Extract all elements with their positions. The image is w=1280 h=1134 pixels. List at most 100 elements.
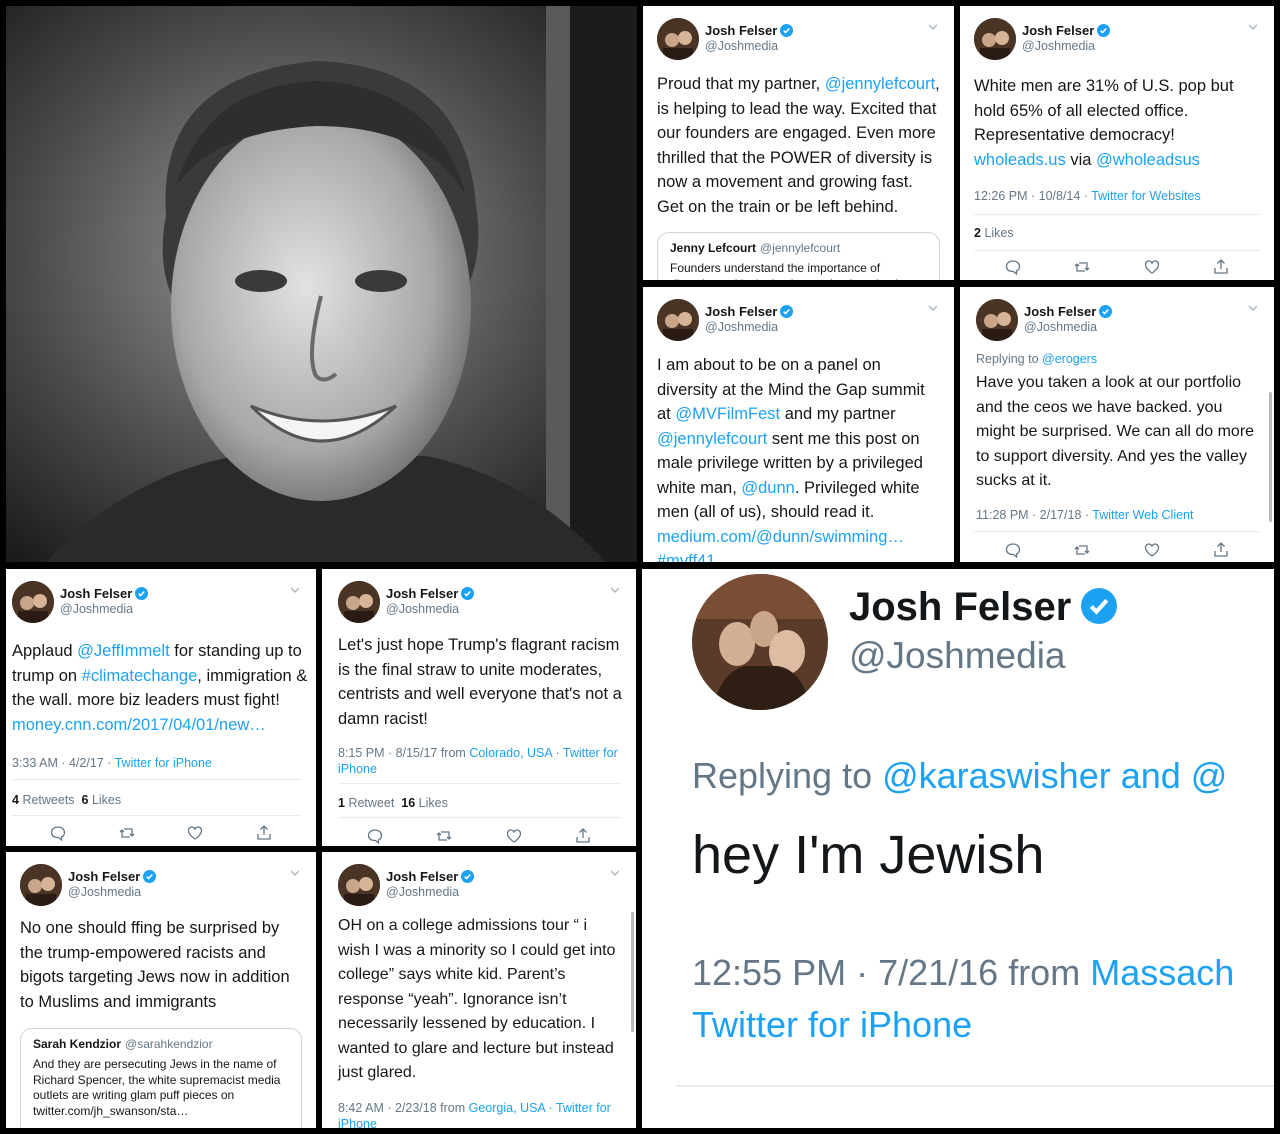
reply-icon[interactable] bbox=[1004, 541, 1022, 559]
like-count[interactable]: 6 bbox=[82, 793, 89, 807]
retweet-icon[interactable] bbox=[1073, 258, 1091, 276]
tweet-source[interactable]: Twitter for iPhone bbox=[692, 1004, 972, 1046]
avatar[interactable] bbox=[692, 574, 828, 710]
tweet-link[interactable]: @dunn bbox=[741, 479, 794, 497]
share-icon[interactable] bbox=[1212, 541, 1230, 559]
retweet-count[interactable]: 4 bbox=[12, 793, 19, 807]
quoted-tweet[interactable]: Jenny Lefcourt @jennylefcourt Founders un… bbox=[657, 232, 940, 280]
retweet-icon[interactable] bbox=[118, 824, 136, 842]
tweet-source[interactable]: Twitter Web Client bbox=[1092, 508, 1193, 522]
retweet-count-label[interactable]: Retweets bbox=[22, 793, 74, 807]
author-name[interactable]: Josh Felser bbox=[705, 23, 794, 38]
tweet-card-5[interactable]: Josh Felser @Joshmedia Applaud @JeffImme… bbox=[6, 569, 316, 846]
tweet-link[interactable]: @jennylefcourt bbox=[825, 75, 935, 93]
like-count[interactable]: 16 bbox=[401, 796, 415, 810]
chevron-down-icon[interactable] bbox=[926, 20, 940, 34]
author-handle[interactable]: @Joshmedia bbox=[1024, 320, 1097, 334]
tweet-link[interactable]: @MVFilmFest bbox=[675, 405, 780, 423]
tweet-link[interactable]: @wholeadsus bbox=[1096, 151, 1200, 169]
tweet-header: Josh Felser @Joshmedia bbox=[338, 581, 622, 625]
author-handle[interactable]: @Joshmedia bbox=[386, 602, 459, 616]
tweet-location[interactable]: Massach bbox=[1090, 952, 1234, 993]
author-name[interactable]: Josh Felser bbox=[386, 586, 475, 601]
author-handle[interactable]: @Joshmedia bbox=[60, 602, 133, 616]
chevron-down-icon[interactable] bbox=[288, 866, 302, 880]
chevron-down-icon[interactable] bbox=[1246, 301, 1260, 315]
chevron-down-icon[interactable] bbox=[926, 301, 940, 315]
tweet-card-6[interactable]: Josh Felser @Joshmedia Let's just hope T… bbox=[322, 569, 636, 846]
tweet-location[interactable]: Colorado, USA bbox=[469, 746, 552, 760]
author-name[interactable]: Josh Felser bbox=[705, 304, 794, 319]
author-name[interactable]: Josh Felser bbox=[1024, 304, 1113, 319]
chevron-down-icon[interactable] bbox=[608, 583, 622, 597]
tweet-text: No one should ffing be surprised by the … bbox=[20, 916, 302, 1014]
author-handle[interactable]: @Joshmedia bbox=[849, 635, 1066, 677]
share-icon[interactable] bbox=[255, 824, 273, 842]
scrollbar[interactable] bbox=[631, 912, 634, 1032]
tweet-card-4[interactable]: Josh Felser @Joshmedia Replying to @erog… bbox=[960, 287, 1274, 562]
author-handle[interactable]: @Joshmedia bbox=[68, 885, 141, 899]
avatar[interactable] bbox=[20, 864, 62, 906]
like-count-label[interactable]: Likes bbox=[92, 793, 121, 807]
reply-icon[interactable] bbox=[366, 827, 384, 845]
tweet-link[interactable]: #climatechange bbox=[82, 667, 198, 685]
like-count-label[interactable]: Likes bbox=[984, 226, 1013, 240]
author-name[interactable]: Josh Felser bbox=[1022, 23, 1111, 38]
tweet-source[interactable]: Twitter for iPhone bbox=[115, 756, 212, 770]
scrollbar[interactable] bbox=[1269, 392, 1272, 522]
tweet-card-zoomed[interactable]: Josh Felser @Joshmedia Replying to @kara… bbox=[642, 569, 1274, 1128]
tweet-link[interactable]: @JeffImmelt bbox=[77, 642, 170, 660]
verified-badge-icon bbox=[461, 870, 475, 883]
heart-icon[interactable] bbox=[186, 824, 204, 842]
share-icon[interactable] bbox=[574, 827, 592, 845]
tweet-card-3[interactable]: Josh Felser @Joshmedia I am about to be … bbox=[643, 287, 954, 562]
author-handle[interactable]: @Joshmedia bbox=[386, 885, 459, 899]
reply-icon[interactable] bbox=[1004, 258, 1022, 276]
retweet-icon[interactable] bbox=[435, 827, 453, 845]
avatar[interactable] bbox=[657, 18, 699, 60]
retweet-count[interactable]: 1 bbox=[338, 796, 345, 810]
tweet-text-segment: Let's just hope Trump's flagrant racism … bbox=[338, 636, 622, 728]
tweet-card-7[interactable]: Josh Felser @Joshmedia No one should ffi… bbox=[6, 852, 316, 1128]
avatar[interactable] bbox=[338, 581, 380, 623]
share-icon[interactable] bbox=[1212, 258, 1230, 276]
quoted-tweet[interactable]: Sarah Kendzior @sarahkendzior And they ar… bbox=[20, 1028, 302, 1128]
retweet-count-label[interactable]: Retweet bbox=[348, 796, 394, 810]
like-count[interactable]: 2 bbox=[974, 226, 981, 240]
author-handle[interactable]: @Joshmedia bbox=[705, 39, 778, 53]
avatar[interactable] bbox=[976, 299, 1018, 341]
tweet-card-2[interactable]: Josh Felser @Joshmedia White men are 31%… bbox=[960, 6, 1274, 280]
author-handle[interactable]: @Joshmedia bbox=[705, 320, 778, 334]
tweet-card-8[interactable]: Josh Felser @Joshmedia OH on a college a… bbox=[322, 852, 636, 1128]
replying-to-handle[interactable]: @karaswisher and @ bbox=[882, 755, 1227, 796]
author-name[interactable]: Josh Felser bbox=[386, 869, 475, 884]
chevron-down-icon[interactable] bbox=[608, 866, 622, 880]
tweet-link[interactable]: #mvff41 bbox=[657, 552, 715, 562]
avatar[interactable] bbox=[657, 299, 699, 341]
tweet-link[interactable]: money.cnn.com/2017/04/01/new… bbox=[12, 716, 266, 734]
tweet-text-segment: No one should ffing be surprised by the … bbox=[20, 919, 290, 1011]
tweet-link[interactable]: medium.com/@dunn/swimming… bbox=[657, 528, 904, 546]
heart-icon[interactable] bbox=[1143, 258, 1161, 276]
tweet-link[interactable]: wholeads.us bbox=[974, 151, 1066, 169]
replying-to-handle[interactable]: @erogers bbox=[1042, 352, 1097, 366]
tweet-location[interactable]: Georgia, USA bbox=[469, 1101, 545, 1115]
author-name[interactable]: Josh Felser bbox=[68, 869, 157, 884]
reply-icon[interactable] bbox=[49, 824, 67, 842]
tweet-header: Josh Felser @Joshmedia bbox=[657, 299, 940, 343]
heart-icon[interactable] bbox=[1143, 541, 1161, 559]
tweet-source[interactable]: Twitter for Websites bbox=[1091, 189, 1201, 203]
chevron-down-icon[interactable] bbox=[1246, 20, 1260, 34]
retweet-icon[interactable] bbox=[1073, 541, 1091, 559]
like-count-label[interactable]: Likes bbox=[419, 796, 448, 810]
author-name[interactable]: Josh Felser bbox=[60, 586, 149, 601]
chevron-down-icon[interactable] bbox=[288, 583, 302, 597]
avatar[interactable] bbox=[338, 864, 380, 906]
avatar[interactable] bbox=[12, 581, 54, 623]
heart-icon[interactable] bbox=[505, 827, 523, 845]
tweet-card-1[interactable]: Josh Felser @Joshmedia Proud that my par… bbox=[643, 6, 954, 280]
avatar[interactable] bbox=[974, 18, 1016, 60]
author-name[interactable]: Josh Felser bbox=[849, 585, 1118, 630]
tweet-link[interactable]: @jennylefcourt bbox=[657, 430, 767, 448]
author-handle[interactable]: @Joshmedia bbox=[1022, 39, 1095, 53]
